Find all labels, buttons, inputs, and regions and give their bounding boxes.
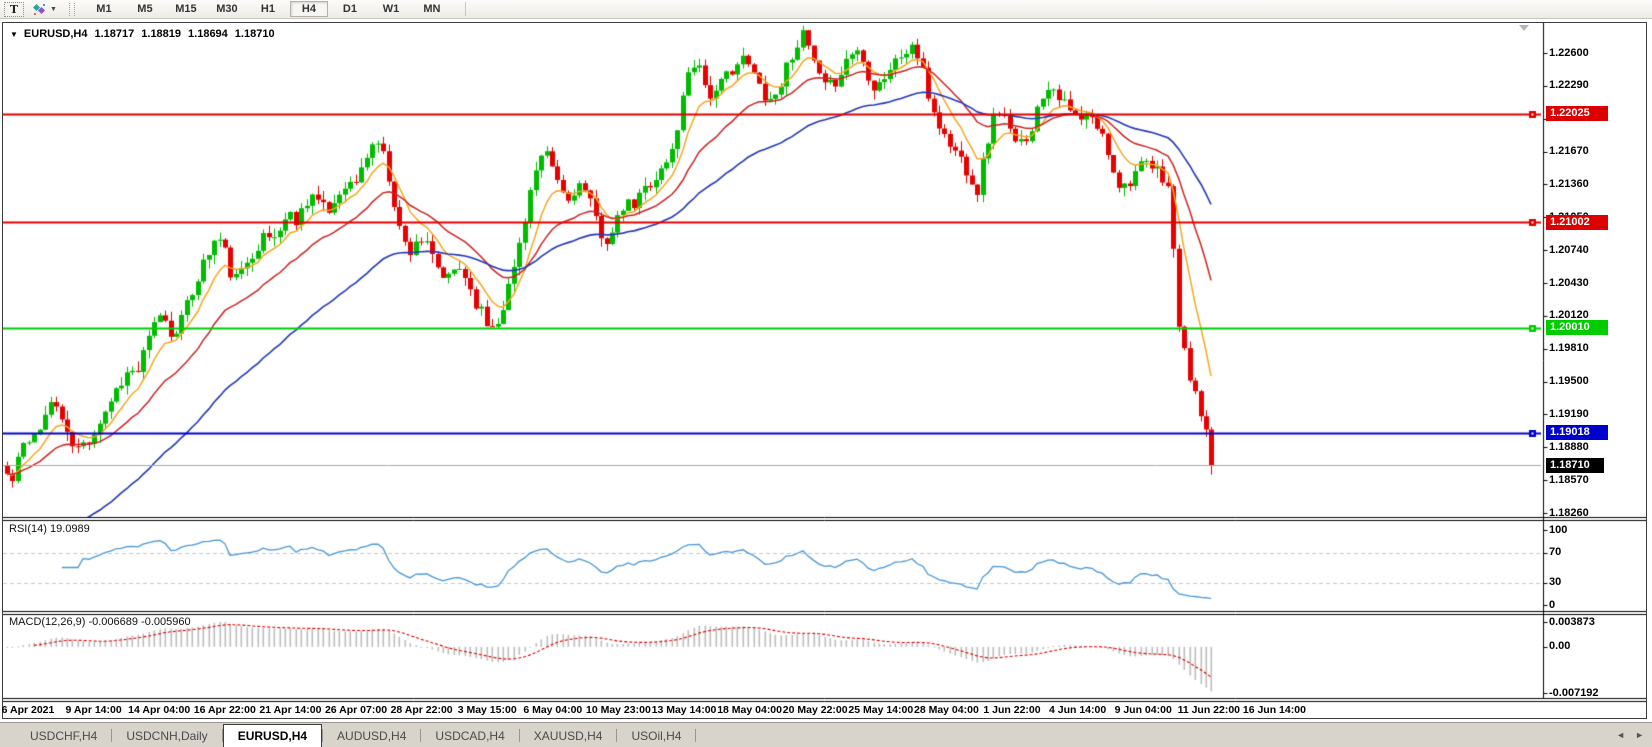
rsi-indicator-label: RSI(14) 19.0989 xyxy=(9,523,90,535)
price-level-label[interactable]: 1.19018 xyxy=(1546,425,1608,440)
price-axis[interactable] xyxy=(1546,22,1652,698)
dropdown-arrow-icon: ▼ xyxy=(50,6,57,13)
price-level-label[interactable]: 1.21002 xyxy=(1546,215,1608,230)
chart-tab-usdcnh-daily[interactable]: USDCNH,Daily xyxy=(112,726,221,747)
ohlc-high: 1.18819 xyxy=(141,28,181,40)
timeframe-button-m5[interactable]: M5 xyxy=(126,1,164,17)
symbol-label: EURUSD,H4 xyxy=(24,28,88,40)
tabs-scroll-left-button[interactable]: ◄ xyxy=(1616,729,1625,741)
text-tool-button[interactable]: T xyxy=(4,2,24,17)
chart-tabs: USDCHF,H4USDCNH,DailyEURUSD,H4AUDUSD,H4U… xyxy=(16,722,696,747)
timeframe-button-h1[interactable]: H1 xyxy=(249,1,287,17)
ohlc-open: 1.18717 xyxy=(95,28,135,40)
chart-tab-xauusd-h4[interactable]: XAUUSD,H4 xyxy=(520,726,617,747)
timeframe-button-w1[interactable]: W1 xyxy=(372,1,410,17)
timeframe-toolbar: M1M5M15M30H1H4D1W1MN xyxy=(85,1,451,17)
mt4-terminal: T ▼ M1M5M15M30H1H4D1W1MN ▼ EURUSD,H4 1.1… xyxy=(0,0,1652,747)
chart-title: ▼ EURUSD,H4 1.18717 1.18819 1.18694 1.18… xyxy=(10,28,275,40)
tab-separator xyxy=(695,729,696,742)
time-axis[interactable] xyxy=(3,700,1543,719)
price-level-label[interactable]: 1.22025 xyxy=(1546,106,1608,121)
price-chart-canvas[interactable] xyxy=(3,23,1646,718)
timeframe-button-h4[interactable]: H4 xyxy=(290,1,328,17)
timeframe-button-mn[interactable]: MN xyxy=(413,1,451,17)
chart-tab-usoil-h4[interactable]: USOil,H4 xyxy=(617,726,695,747)
timeframe-button-m30[interactable]: M30 xyxy=(208,1,246,17)
ohlc-low: 1.18694 xyxy=(188,28,228,40)
toolbar-separator xyxy=(465,2,466,16)
timeframe-button-m1[interactable]: M1 xyxy=(85,1,123,17)
tab-scroll-controls: ◄ ► xyxy=(1616,729,1644,741)
tabs-scroll-right-button[interactable]: ► xyxy=(1635,729,1644,741)
chart-tab-eurusd-h4[interactable]: EURUSD,H4 xyxy=(223,724,322,747)
toolbar: T ▼ M1M5M15M30H1H4D1W1MN xyxy=(0,0,1652,19)
chart-tab-bar: USDCHF,H4USDCNH,DailyEURUSD,H4AUDUSD,H4U… xyxy=(0,722,1652,747)
ohlc-close: 1.18710 xyxy=(235,28,275,40)
timeframe-button-d1[interactable]: D1 xyxy=(331,1,369,17)
macd-indicator-label: MACD(12,26,9) -0.006689 -0.005960 xyxy=(9,616,191,628)
timeframe-button-m15[interactable]: M15 xyxy=(167,1,205,17)
price-level-label[interactable]: 1.20010 xyxy=(1546,320,1608,335)
toolbar-grip[interactable] xyxy=(69,3,75,16)
crayons-icon xyxy=(32,3,47,16)
chart-tab-audusd-h4[interactable]: AUDUSD,H4 xyxy=(323,726,420,747)
chart-tab-usdchf-h4[interactable]: USDCHF,H4 xyxy=(16,726,111,747)
chart-window: ▼ EURUSD,H4 1.18717 1.18819 1.18694 1.18… xyxy=(2,22,1647,719)
chart-shift-marker-icon[interactable] xyxy=(1519,25,1529,31)
chart-colors-button[interactable]: ▼ xyxy=(32,3,57,16)
symbol-dropdown-icon[interactable]: ▼ xyxy=(10,30,18,39)
chart-tab-usdcad-h4[interactable]: USDCAD,H4 xyxy=(421,726,518,747)
